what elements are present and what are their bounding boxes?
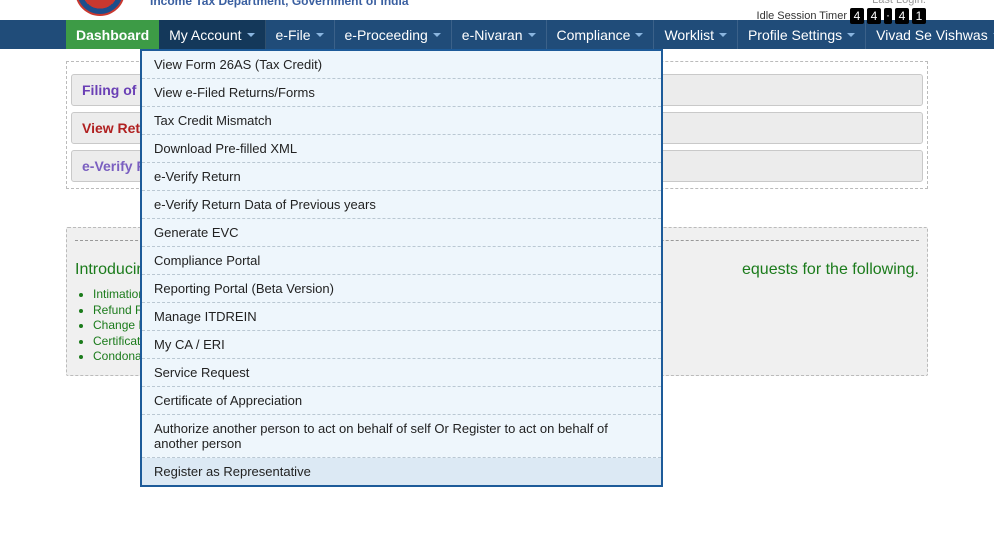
dd-label: e-Verify Return (154, 169, 241, 184)
nav-e-nivaran[interactable]: e-Nivaran (452, 20, 547, 49)
dd-authorize[interactable]: Authorize another person to act on behal… (142, 415, 661, 458)
dd-view-26as[interactable]: View Form 26AS (Tax Credit) (142, 51, 661, 79)
nav-label: e-File (276, 27, 311, 43)
nav-vivad-se-vishwas[interactable]: Vivad Se Vishwas (866, 20, 994, 49)
nav-e-proceeding[interactable]: e-Proceeding (335, 20, 452, 49)
my-account-dropdown: View Form 26AS (Tax Credit) View e-Filed… (140, 49, 663, 487)
dd-label: View Form 26AS (Tax Credit) (154, 57, 322, 72)
timer-digit: 4 (850, 8, 864, 24)
nav-compliance[interactable]: Compliance (547, 20, 655, 49)
dd-label: Download Pre-filled XML (154, 141, 297, 156)
dept-seal-icon (75, 0, 125, 16)
timer-digit: 4 (867, 8, 881, 24)
intro-text-right: equests for the following. (742, 261, 919, 279)
dd-label: Service Request (154, 365, 249, 380)
dd-label: e-Verify Return Data of Previous years (154, 197, 376, 212)
timer-digit: 4 (895, 8, 909, 24)
main-navbar: Dashboard My Account e-File e-Proceeding… (0, 20, 994, 49)
dd-compliance[interactable]: Compliance Portal (142, 247, 661, 275)
nav-label: Compliance (557, 27, 631, 43)
header-strip: Income Tax Department, Government of Ind… (0, 0, 994, 20)
nav-label: e-Proceeding (345, 27, 428, 43)
dd-service-request[interactable]: Service Request (142, 359, 661, 387)
timer-separator: · (884, 8, 892, 24)
header-right-info: Last Login: Idle Session Timer 4 4 · 4 1 (757, 0, 926, 24)
dd-label: Generate EVC (154, 225, 239, 240)
header-tagline: Income Tax Department, Government of Ind… (150, 0, 409, 8)
chevron-down-icon (247, 33, 255, 37)
nav-e-file[interactable]: e-File (266, 20, 335, 49)
dd-download-xml[interactable]: Download Pre-filled XML (142, 135, 661, 163)
dd-label: Compliance Portal (154, 253, 260, 268)
dd-label: Tax Credit Mismatch (154, 113, 272, 128)
dd-label: View e-Filed Returns/Forms (154, 85, 315, 100)
dd-tax-mismatch[interactable]: Tax Credit Mismatch (142, 107, 661, 135)
nav-dashboard[interactable]: Dashboard (66, 20, 159, 49)
dd-label: Certificate of Appreciation (154, 393, 302, 408)
nav-label: Worklist (664, 27, 714, 43)
chevron-down-icon (316, 33, 324, 37)
nav-label: Dashboard (76, 27, 149, 43)
nav-label: My Account (169, 27, 241, 43)
chevron-down-icon (433, 33, 441, 37)
nav-worklist[interactable]: Worklist (654, 20, 738, 49)
dd-label: Reporting Portal (Beta Version) (154, 281, 334, 296)
nav-profile-settings[interactable]: Profile Settings (738, 20, 866, 49)
chevron-down-icon (528, 33, 536, 37)
dd-label: Manage ITDREIN (154, 309, 257, 324)
nav-my-account[interactable]: My Account (159, 20, 265, 49)
chevron-down-icon (635, 33, 643, 37)
dd-label: Register as Representative (154, 464, 311, 479)
timer-digit: 1 (912, 8, 926, 24)
idle-timer: Idle Session Timer 4 4 · 4 1 (757, 8, 926, 24)
nav-label: Profile Settings (748, 27, 842, 43)
dd-label: Authorize another person to act on behal… (154, 421, 608, 451)
dd-generate-evc[interactable]: Generate EVC (142, 219, 661, 247)
nav-label: Vivad Se Vishwas (876, 27, 988, 43)
nav-label: e-Nivaran (462, 27, 523, 43)
dd-register-rep[interactable]: Register as Representative (142, 458, 661, 485)
dd-view-efiled[interactable]: View e-Filed Returns/Forms (142, 79, 661, 107)
chevron-down-icon (719, 33, 727, 37)
dd-label: My CA / ERI (154, 337, 225, 352)
dd-reporting[interactable]: Reporting Portal (Beta Version) (142, 275, 661, 303)
dd-my-ca[interactable]: My CA / ERI (142, 331, 661, 359)
dd-everify-prev[interactable]: e-Verify Return Data of Previous years (142, 191, 661, 219)
chevron-down-icon (847, 33, 855, 37)
dd-certificate[interactable]: Certificate of Appreciation (142, 387, 661, 415)
dd-everify[interactable]: e-Verify Return (142, 163, 661, 191)
timer-label: Idle Session Timer (757, 10, 847, 22)
last-login-label: Last Login: (757, 0, 926, 6)
dd-itdrein[interactable]: Manage ITDREIN (142, 303, 661, 331)
